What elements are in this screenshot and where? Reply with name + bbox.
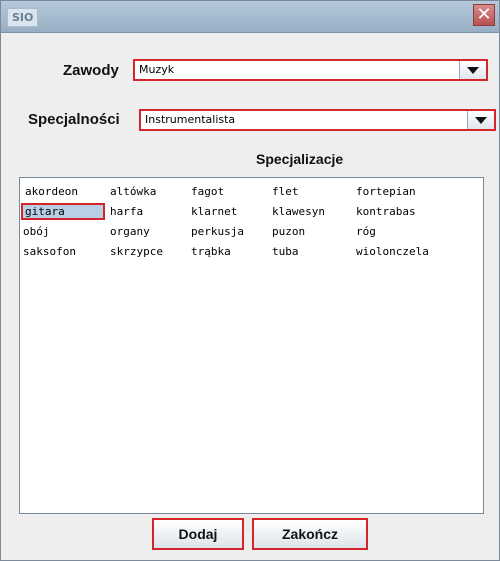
list-item[interactable]: klarnet <box>189 203 269 220</box>
specjalnosci-label: Specjalności <box>28 111 120 128</box>
list-item[interactable]: trąbka <box>189 243 269 260</box>
specjalizacje-title: Specjalizacje <box>256 151 344 167</box>
finish-button[interactable]: Zakończ <box>252 518 368 550</box>
chevron-down-icon[interactable] <box>467 111 494 129</box>
list-item[interactable]: perkusja <box>189 223 269 240</box>
list-item[interactable]: akordeon <box>23 183 107 200</box>
close-button[interactable]: ✕ <box>473 4 495 26</box>
list-item[interactable]: wiolonczela <box>354 243 464 260</box>
dialog-window: SIO ✕ Zawody Muzyk Specjalności Instrume… <box>0 0 500 561</box>
list-item[interactable]: puzon <box>270 223 350 240</box>
zawody-combobox[interactable]: Muzyk <box>133 59 488 81</box>
specjalnosci-combobox[interactable]: Instrumentalista <box>139 109 496 131</box>
list-item[interactable]: harfa <box>108 203 188 220</box>
app-logo: SIO <box>7 8 39 27</box>
specjalizacje-list[interactable]: akordeon altówka fagot flet fortepian gi… <box>19 177 484 514</box>
add-button[interactable]: Dodaj <box>152 518 244 550</box>
list-item[interactable]: saksofon <box>21 243 105 260</box>
list-item[interactable]: organy <box>108 223 188 240</box>
list-item[interactable]: fagot <box>189 183 269 200</box>
zawody-selected-value: Muzyk <box>139 63 175 76</box>
list-item[interactable]: skrzypce <box>108 243 188 260</box>
list-item[interactable]: kontrabas <box>354 203 454 220</box>
chevron-down-icon[interactable] <box>459 61 486 79</box>
list-item[interactable]: tuba <box>270 243 350 260</box>
list-item-selected[interactable]: gitara <box>21 203 105 220</box>
list-item[interactable]: róg <box>354 223 454 240</box>
list-item[interactable]: obój <box>21 223 105 240</box>
zawody-label: Zawody <box>63 62 119 79</box>
list-item[interactable]: altówka <box>108 183 188 200</box>
specjalnosci-selected-value: Instrumentalista <box>145 113 236 126</box>
title-bar[interactable]: SIO ✕ <box>1 1 499 33</box>
list-item[interactable]: fortepian <box>354 183 454 200</box>
list-item[interactable]: klawesyn <box>270 203 350 220</box>
list-item[interactable]: flet <box>270 183 350 200</box>
